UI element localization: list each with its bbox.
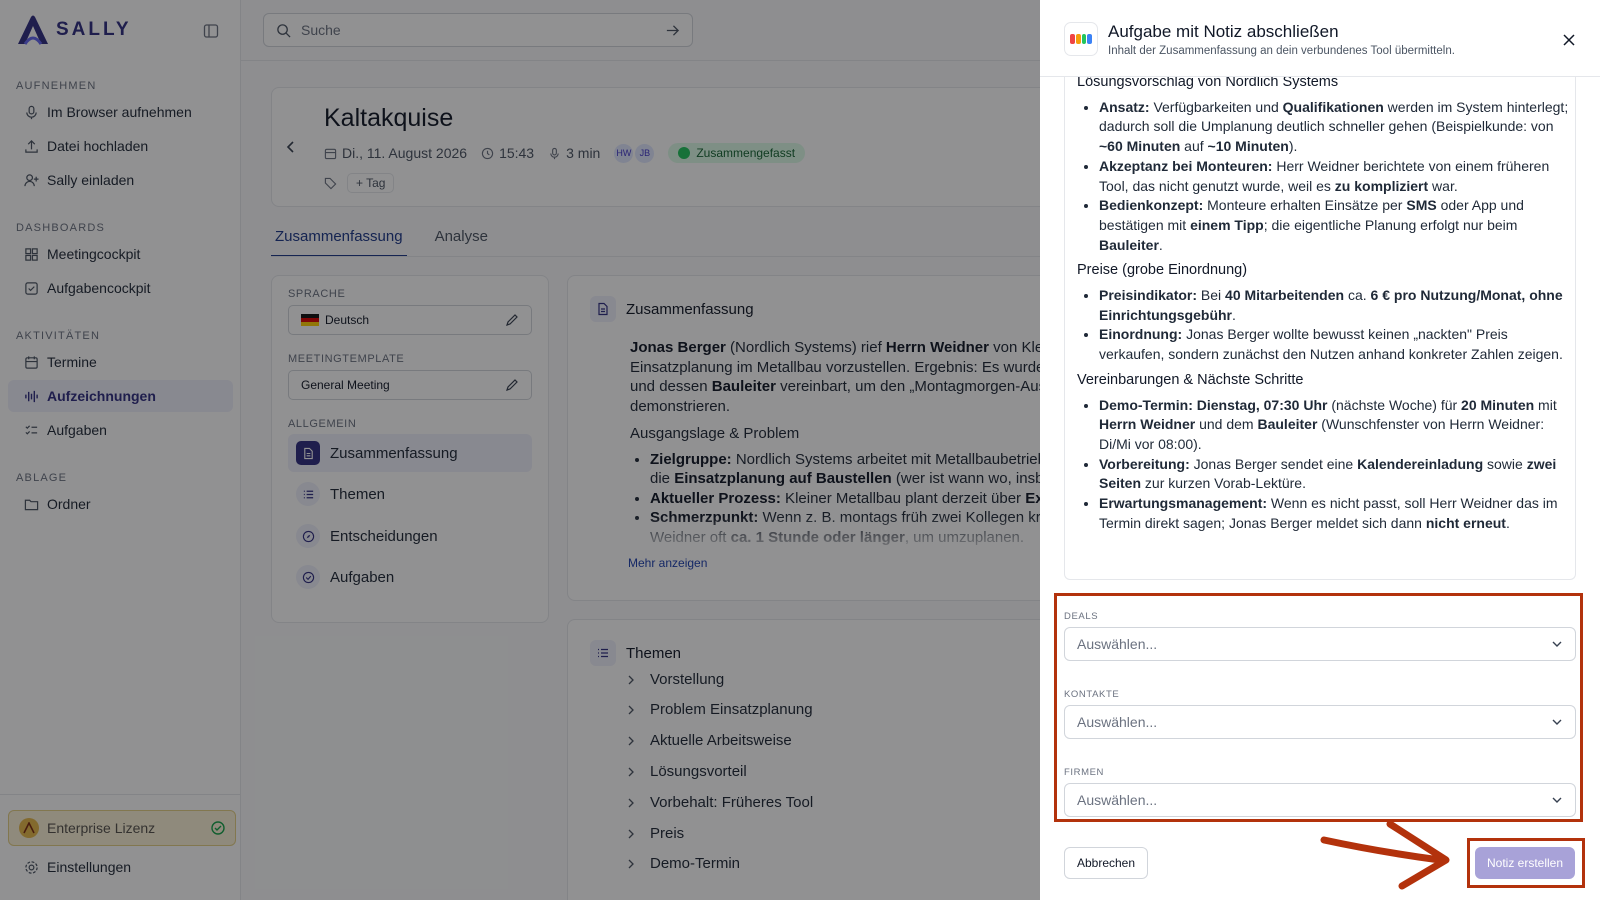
crm-app-logo-icon (1064, 22, 1098, 56)
annotation-arrow-icon (1320, 820, 1450, 890)
dialog-title: Aufgabe mit Notiz abschließen (1108, 22, 1339, 41)
note-preview-text: Lösungsvorschlag von Nordlich Systems An… (1077, 73, 1569, 533)
dialog-header: Aufgabe mit Notiz abschließen Inhalt der… (1040, 0, 1600, 77)
close-icon[interactable] (1562, 33, 1576, 47)
dialog-subtitle: Inhalt der Zusammenfassung an dein verbu… (1108, 45, 1455, 57)
modal-overlay[interactable] (0, 0, 1040, 900)
annotation-highlight-fields (1054, 593, 1583, 822)
complete-task-dialog: Lösungsvorschlag von Nordlich Systems An… (1040, 0, 1600, 900)
annotation-highlight-button (1467, 838, 1585, 888)
note-preview[interactable]: Lösungsvorschlag von Nordlich Systems An… (1064, 60, 1576, 580)
cancel-button[interactable]: Abbrechen (1064, 847, 1148, 879)
